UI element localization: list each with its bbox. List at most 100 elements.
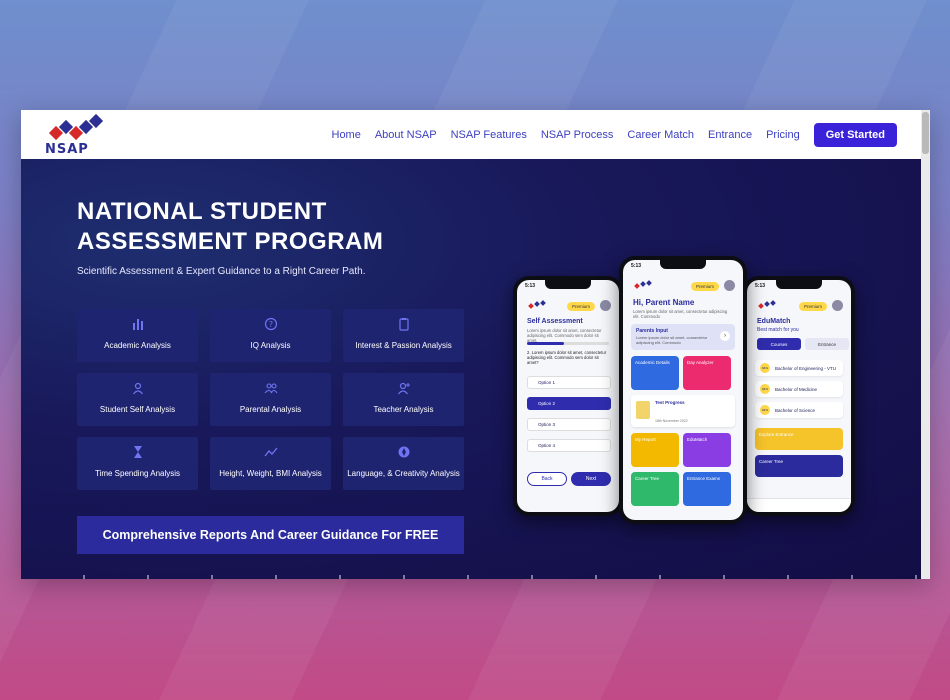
career-tree-card[interactable]: Career Tree <box>631 472 679 506</box>
option-4[interactable]: Option 4 <box>527 439 611 452</box>
browser-window: NSAP Home About NSAP NSAP Features NSAP … <box>21 110 930 579</box>
user-add-icon <box>343 381 464 395</box>
feature-label: Interest & Passion Analysis <box>355 341 452 350</box>
hero-subtitle: Scientific Assessment & Expert Guidance … <box>77 266 366 277</box>
avatar[interactable] <box>832 300 843 311</box>
back-button[interactable]: Back <box>527 472 567 486</box>
logo-text: NSAP <box>45 142 89 157</box>
screen-intro: Lorem ipsum dolor sit amet, consectetur … <box>633 309 728 319</box>
avatar[interactable] <box>600 300 611 311</box>
course-name: Bachelor of Science <box>775 407 816 413</box>
section-divider <box>21 575 921 579</box>
premium-badge[interactable]: Premium <box>798 302 827 311</box>
feature-tile-time-spending[interactable]: Time Spending Analysis <box>77 437 198 490</box>
phone-parent-dashboard: 5:13 Premium Hi, Parent Name Lorem ipsum… <box>619 256 747 524</box>
match-badge: 94% <box>760 363 770 373</box>
phone-screen: 5:13 Premium Hi, Parent Name Lorem ipsum… <box>623 260 743 520</box>
phone-notch <box>776 280 822 289</box>
bottom-nav <box>747 498 851 512</box>
feature-label: IQ Analysis <box>250 341 291 350</box>
nsap-logo[interactable]: NSAP <box>45 113 104 157</box>
academic-details-card[interactable]: Academic Details <box>631 356 679 390</box>
phone-edumatch: 5:13 Premium EduMatch Best match for you… <box>743 276 855 516</box>
phone-notch <box>545 280 591 289</box>
screen-title: Hi, Parent Name <box>633 298 695 307</box>
progress-bar <box>527 342 609 345</box>
explore-entrance-card[interactable]: Explore Entrance <box>755 428 843 450</box>
feature-tile-bmi[interactable]: Height, Weight, BMI Analysis <box>210 437 331 490</box>
users-icon <box>210 381 331 395</box>
scroll-thumb[interactable] <box>922 112 929 154</box>
nav-pricing[interactable]: Pricing <box>766 129 800 141</box>
screen-title: EduMatch <box>757 318 791 325</box>
trend-line-icon <box>210 445 331 459</box>
nav-links: Home About NSAP NSAP Features NSAP Proce… <box>318 110 897 159</box>
premium-badge[interactable]: Premium <box>690 282 719 291</box>
feature-tile-language[interactable]: Language, & Creativity Analysis <box>343 437 464 490</box>
course-item[interactable]: Bachelor of Science 94% <box>755 402 843 418</box>
option-3[interactable]: Option 3 <box>527 418 611 431</box>
compass-icon <box>343 445 464 459</box>
feature-label: Height, Weight, BMI Analysis <box>219 469 322 478</box>
hero-title-line1: NATIONAL STUDENT <box>77 198 327 225</box>
course-name: Bachelor of Engineering - VTU <box>775 365 837 371</box>
parents-input-card[interactable]: Parents Input Lorem ipsum dolor sit amet… <box>631 324 735 350</box>
option-2[interactable]: Option 2 <box>527 397 611 410</box>
free-guidance-banner[interactable]: Comprehensive Reports And Career Guidanc… <box>77 516 464 554</box>
tab-courses[interactable]: Courses <box>757 338 801 350</box>
premium-badge[interactable]: Premium <box>566 302 595 311</box>
nav-features[interactable]: NSAP Features <box>451 129 527 141</box>
feature-label: Academic Analysis <box>104 341 171 350</box>
course-item[interactable]: Bachelor of Engineering - VTU 94% <box>755 360 843 376</box>
nav-entrance[interactable]: Entrance <box>708 129 752 141</box>
parents-input-text: Lorem ipsum dolor sit amet, consectetur … <box>636 335 708 345</box>
question-circle-icon: ? <box>210 317 331 331</box>
arrow-right-icon[interactable]: › <box>720 331 730 341</box>
edumatch-card[interactable]: EduMatch <box>683 433 731 467</box>
status-time: 5:13 <box>631 263 642 269</box>
mini-nsap-logo <box>528 300 546 309</box>
hourglass-icon <box>77 445 198 459</box>
match-badge: 94% <box>760 384 770 394</box>
hero-title-line2: ASSESSMENT PROGRAM <box>77 228 384 255</box>
nav-career-match[interactable]: Career Match <box>627 129 694 141</box>
get-started-button[interactable]: Get Started <box>813 122 897 147</box>
nav-process[interactable]: NSAP Process <box>541 129 614 141</box>
feature-tile-interest[interactable]: Interest & Passion Analysis <box>343 309 464 362</box>
feature-tile-academic[interactable]: Academic Analysis <box>77 309 198 362</box>
test-progress-title: Test Progress <box>655 400 685 405</box>
phone-screen: 5:13 Premium EduMatch Best match for you… <box>747 280 851 512</box>
hero-title: NATIONAL STUDENT ASSESSMENT PROGRAM <box>77 197 417 257</box>
nav-home[interactable]: Home <box>332 129 361 141</box>
feature-tile-teacher[interactable]: Teacher Analysis <box>343 373 464 426</box>
career-tree-card[interactable]: Career Tree <box>755 455 843 477</box>
feature-tile-parental[interactable]: Parental Analysis <box>210 373 331 426</box>
avatar[interactable] <box>724 280 735 291</box>
pencil-icon <box>636 401 650 419</box>
feature-label: Student Self Analysis <box>99 405 176 414</box>
option-1[interactable]: Option 1 <box>527 376 611 389</box>
screen-subtitle: Best match for you <box>757 327 799 333</box>
screen-intro: Lorem ipsum dolor sit amet, consectetur … <box>527 328 602 343</box>
parents-input-title: Parents Input <box>636 328 668 334</box>
mini-nsap-logo <box>634 280 652 289</box>
feature-tile-student-self[interactable]: Student Self Analysis <box>77 373 198 426</box>
status-time: 5:13 <box>755 283 766 289</box>
status-time: 5:13 <box>525 283 536 289</box>
test-progress-date: 18th November 2022 <box>655 419 688 423</box>
screen-title: Self Assessment <box>527 318 583 325</box>
tab-entrance[interactable]: Entrance <box>805 338 849 350</box>
feature-label: Parental Analysis <box>239 405 302 414</box>
nav-about[interactable]: About NSAP <box>375 129 437 141</box>
next-button[interactable]: Next <box>571 472 611 486</box>
question-text: 2. Lorem ipsum dolor sit amet, consectet… <box>527 350 607 365</box>
course-item[interactable]: Bachelor of Medicine 94% <box>755 381 843 397</box>
scrollbar[interactable] <box>921 110 930 579</box>
phone-self-assessment: 5:13 Premium Self Assessment Lorem ipsum… <box>513 276 623 516</box>
feature-tile-iq[interactable]: ? IQ Analysis <box>210 309 331 362</box>
my-report-card[interactable]: My Report <box>631 433 679 467</box>
day-analyzer-card[interactable]: Day Analyzer <box>683 356 731 390</box>
entrance-exams-card[interactable]: Entrance Exams <box>683 472 731 506</box>
test-progress-card[interactable]: Test Progress 18th November 2022 <box>631 395 735 427</box>
clipboard-icon <box>343 317 464 331</box>
